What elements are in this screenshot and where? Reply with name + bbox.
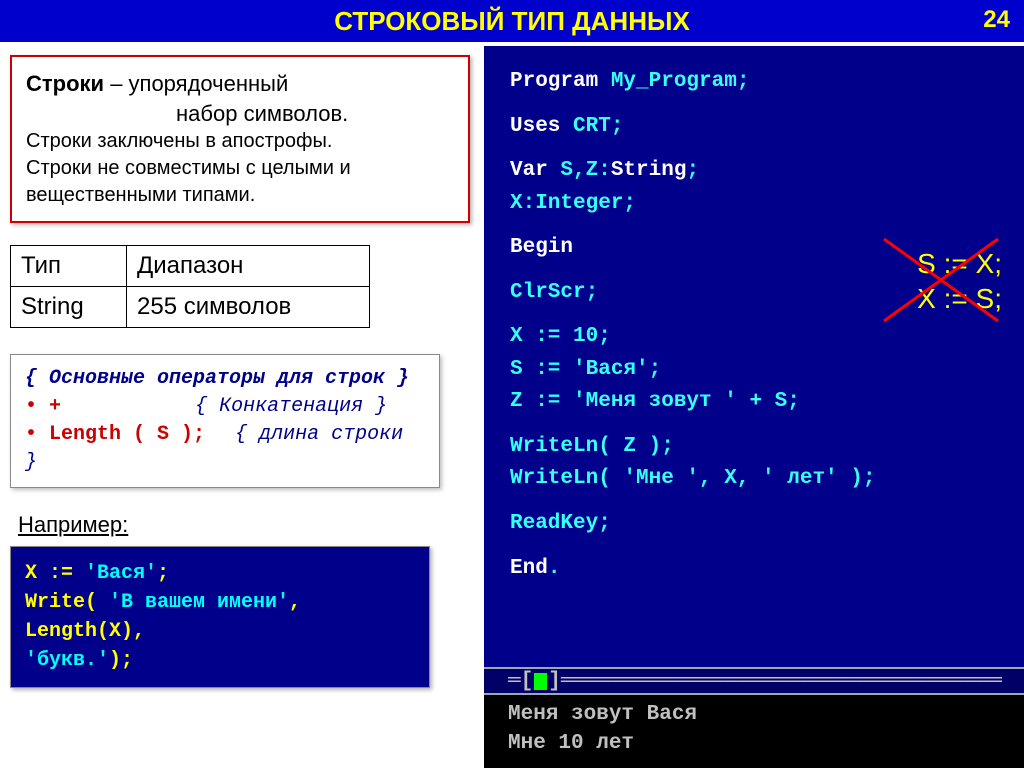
code-line-var: Var S,Z:String;: [510, 155, 1010, 188]
definition-line1: Строки – упорядоченный: [26, 69, 454, 99]
slide-title: СТРОКОВЫЙ ТИП ДАННЫХ: [334, 6, 690, 37]
wrong-assignments: S := X; X := S;: [917, 246, 1002, 316]
operator-concat: • + { Конкатенация }: [25, 393, 425, 421]
left-column: Строки – упорядоченный набор символов. С…: [10, 55, 470, 688]
code-line-varx: X:Integer;: [510, 188, 1010, 221]
right-column: Program My_Program; Uses CRT; Var S,Z:St…: [484, 46, 1024, 768]
definition-note1: Строки заключены в апострофы.: [26, 128, 454, 155]
example-line1: X := 'Вася';: [25, 559, 415, 588]
table-cell-type: String: [11, 287, 127, 328]
table-header-type: Тип: [11, 246, 127, 287]
table-header-range: Диапазон: [127, 246, 370, 287]
pascal-code: Program My_Program; Uses CRT; Var S,Z:St…: [484, 46, 1024, 595]
operators-title: { Основные операторы для строк }: [25, 365, 425, 393]
code-line-end: End.: [510, 553, 1010, 586]
code-line-writeln-z: WriteLn( Z );: [510, 431, 1010, 464]
output-line2: Мне 10 лет: [508, 730, 1010, 758]
wrong-line2: X := S;: [917, 281, 1002, 316]
slide-header: СТРОКОВЫЙ ТИП ДАННЫХ 24: [0, 0, 1024, 42]
example-label: Например:: [18, 512, 470, 538]
example-line2: Write( 'В вашем имени',: [25, 588, 415, 617]
output-line1: Меня зовут Вася: [508, 701, 1010, 729]
example-line3: Length(X),: [25, 617, 415, 646]
table-cell-range: 255 символов: [127, 287, 370, 328]
code-line-svasya: S := 'Вася';: [510, 354, 1010, 387]
definition-line2: набор символов.: [26, 99, 454, 129]
definition-box: Строки – упорядоченный набор символов. С…: [10, 55, 470, 223]
code-line-zconcat: Z := 'Меня зовут ' + S;: [510, 386, 1010, 419]
type-range-table: Тип Диапазон String 255 символов: [10, 245, 370, 328]
code-line-writeln-mne: WriteLn( 'Мне ', X, ' лет' );: [510, 463, 1010, 496]
code-line-program: Program My_Program;: [510, 66, 1010, 99]
console-status-bar: ═[]═══════════════════════════════════: [484, 667, 1024, 695]
operator-length: • Length ( S ); { длина строки }: [25, 421, 425, 477]
wrong-line1: S := X;: [917, 246, 1002, 281]
cursor-icon: [534, 673, 547, 690]
example-code-box: X := 'Вася'; Write( 'В вашем имени', Len…: [10, 546, 430, 688]
definition-note2: Строки не совместимы с целыми и веществе…: [26, 155, 454, 209]
page-number: 24: [983, 6, 1010, 34]
console-output: ═[]═══════════════════════════════════ М…: [484, 667, 1024, 768]
code-line-uses: Uses CRT;: [510, 111, 1010, 144]
code-line-x10: X := 10;: [510, 321, 1010, 354]
operators-box: { Основные операторы для строк } • + { К…: [10, 354, 440, 488]
code-line-readkey: ReadKey;: [510, 508, 1010, 541]
example-line4: 'букв.');: [25, 646, 415, 675]
